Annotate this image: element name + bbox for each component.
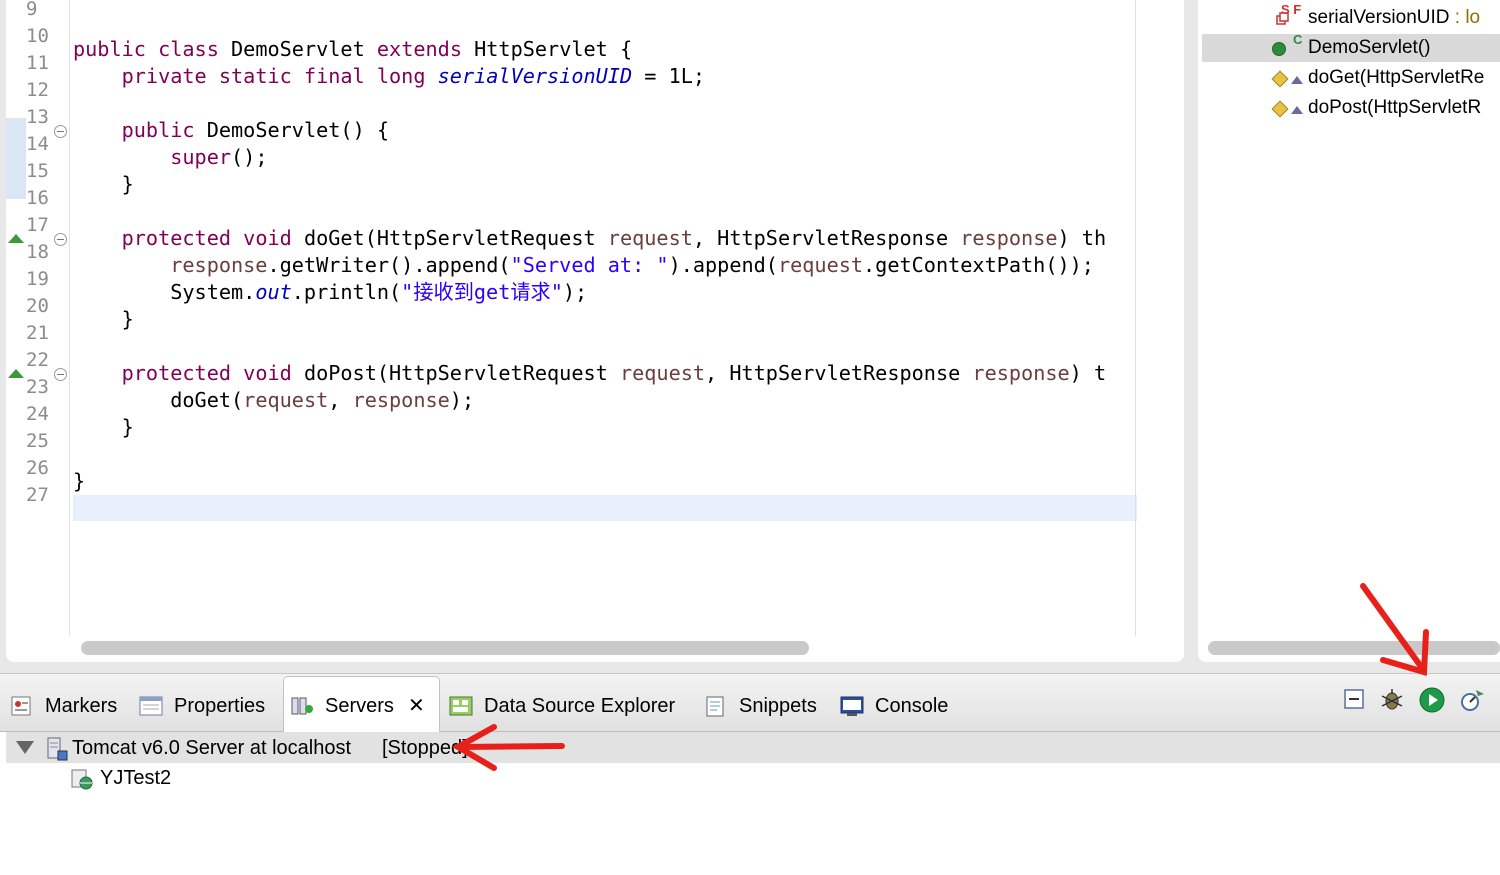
arrow-to-start-button: [1360, 583, 1429, 676]
arrow-to-server-state: [451, 724, 565, 771]
annotation-arrows: [451, 583, 1429, 771]
